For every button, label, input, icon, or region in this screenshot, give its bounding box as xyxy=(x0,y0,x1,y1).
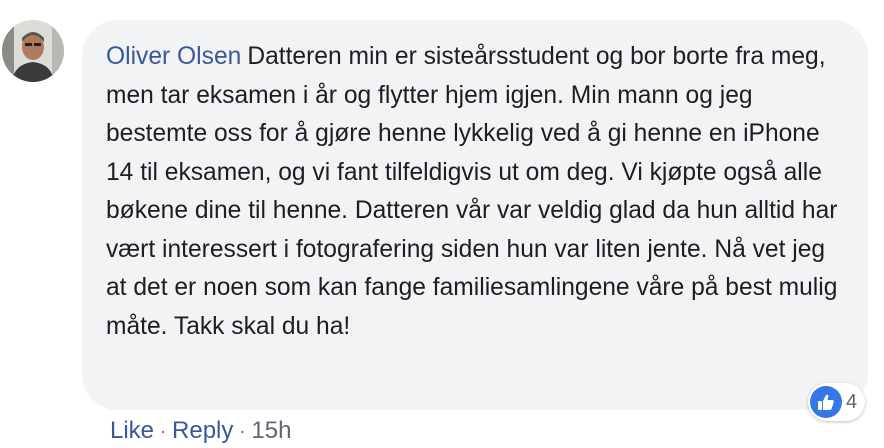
reaction-count: 4 xyxy=(846,390,858,413)
comment-body: Oliver Olsen Datteren min er sisteårsstud… xyxy=(106,38,846,346)
comment-timestamp[interactable]: 15h xyxy=(251,414,291,448)
separator-dot: · xyxy=(160,421,167,441)
reply-link[interactable]: Reply xyxy=(172,414,233,448)
avatar[interactable] xyxy=(2,20,64,82)
separator-dot: · xyxy=(239,421,246,441)
like-thumbs-up-icon xyxy=(810,386,842,418)
comment-text: Datteren min er sisteårsstudent og bor b… xyxy=(106,43,838,340)
avatar-photo xyxy=(2,20,64,82)
reaction-summary[interactable]: 4 xyxy=(808,383,866,421)
comment-actions: Like · Reply · 15h xyxy=(110,414,291,448)
like-link[interactable]: Like xyxy=(110,414,154,448)
comment-author-link[interactable]: Oliver Olsen xyxy=(106,43,241,70)
